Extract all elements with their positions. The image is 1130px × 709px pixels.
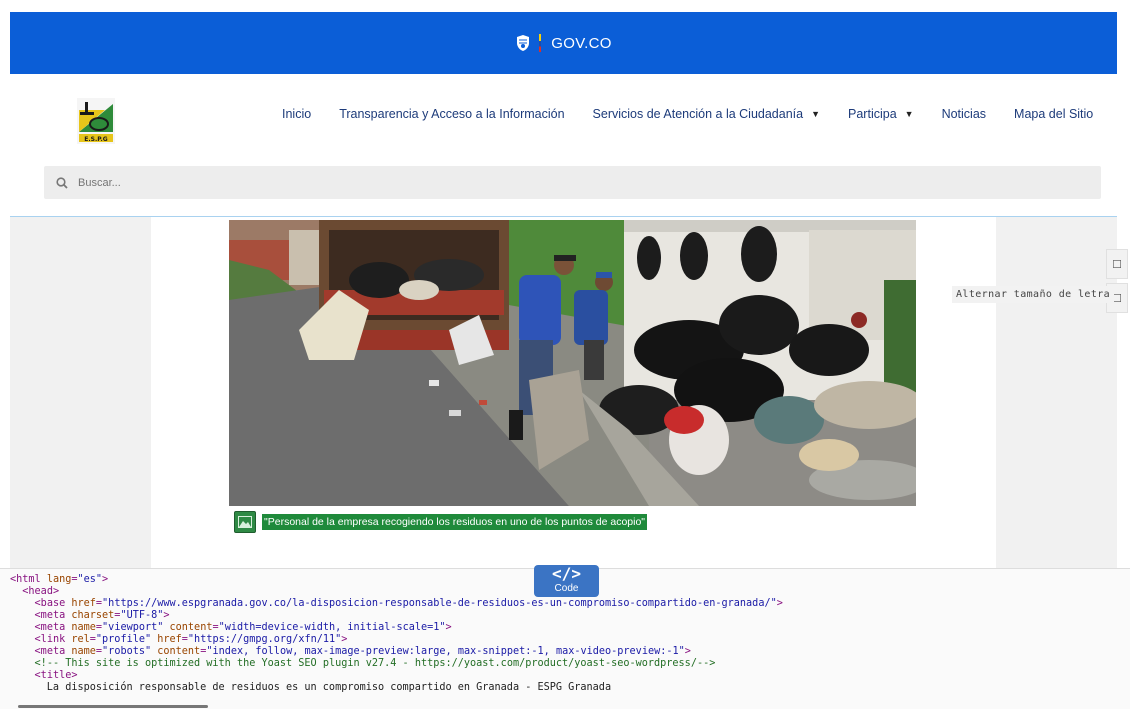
code-toggle-tab[interactable]: </> Code (534, 565, 599, 597)
code-token: href (151, 634, 182, 645)
code-token: "es" (77, 574, 103, 585)
caption-text: "Personal de la empresa recogiendo los r… (262, 514, 648, 530)
code-token: <base (34, 598, 72, 609)
code-token: href (71, 598, 96, 609)
colombia-shield-icon (517, 35, 530, 51)
nav-item-servicios[interactable]: Servicios de Atención a la Ciudadanía ▼ (579, 107, 834, 121)
code-token: "https://gmpg.org/xfn/11" (187, 634, 342, 645)
code-token: <!-- This site is optimized with the Yoa… (34, 658, 716, 669)
code-icon: </> (552, 564, 581, 583)
horizontal-scrollbar[interactable] (18, 705, 208, 708)
code-token: content (151, 646, 201, 657)
code-token: <title> (34, 670, 78, 681)
espg-logo[interactable]: E.S.P.G (77, 98, 115, 144)
code-line: <meta charset="UTF-8"> (10, 610, 1130, 622)
article-photo (229, 220, 916, 506)
code-token: <meta (34, 622, 72, 633)
code-token: <meta (34, 610, 72, 621)
caret-down-icon: ▼ (904, 109, 914, 119)
code-token: <html (10, 574, 47, 585)
code-token: "https://www.espgranada.gov.co/la-dispos… (102, 598, 777, 609)
code-tab-label: Code (554, 583, 579, 594)
code-token: charset (71, 610, 115, 621)
nav-item-transparencia[interactable]: Transparencia y Acceso a la Información (325, 107, 578, 121)
code-token: > (163, 610, 170, 621)
code-token: La disposición responsable de residuos e… (10, 682, 612, 693)
code-token: "width=device-width, initial-scale=1" (218, 622, 446, 633)
code-token: lang (46, 574, 72, 585)
caret-down-icon: ▼ (811, 109, 821, 119)
govco-link[interactable]: GOV.CO (551, 35, 611, 52)
code-line: <link rel="profile" href="https://gmpg.o… (10, 634, 1130, 646)
accessibility-tools: ☐ ☐ (1106, 249, 1130, 317)
search-input[interactable] (78, 176, 978, 189)
code-token: name (71, 646, 96, 657)
main-nav: Inicio Transparencia y Acceso a la Infor… (268, 107, 1107, 121)
search-bar (44, 166, 1101, 199)
nav-item-noticias[interactable]: Noticias (928, 107, 1000, 121)
code-token: "robots" (102, 646, 152, 657)
site-header: E.S.P.G Inicio Transparencia y Acceso a … (10, 74, 1117, 216)
code-token: > (102, 574, 109, 585)
code-token: > (341, 634, 348, 645)
code-line: La disposición responsable de residuos e… (10, 682, 1130, 694)
code-token: content (163, 622, 213, 633)
contrast-toggle-button[interactable]: ☐ (1106, 249, 1128, 279)
code-token: > (684, 646, 691, 657)
code-token: > (445, 622, 452, 633)
nav-item-mapa-del-sitio[interactable]: Mapa del Sitio (1000, 107, 1107, 121)
image-icon (234, 511, 256, 533)
code-token: "profile" (95, 634, 152, 645)
code-token: rel (71, 634, 90, 645)
code-line: <meta name="robots" content="index, foll… (10, 646, 1130, 658)
code-token: <meta (34, 646, 72, 657)
code-token: "index, follow, max-image-preview:large,… (206, 646, 685, 657)
photo-caption: "Personal de la empresa recogiendo los r… (234, 511, 648, 533)
code-token: "viewport" (102, 622, 164, 633)
govco-bar: GOV.CO (10, 12, 1117, 74)
font-size-tooltip: Alternar tamaño de letra (952, 286, 1115, 303)
code-token: name (71, 622, 96, 633)
svg-text:E.S.P.G: E.S.P.G (84, 136, 108, 143)
search-icon (56, 176, 68, 189)
code-token: <link (34, 634, 72, 645)
code-line: <title> (10, 670, 1130, 682)
code-line: <!-- This site is optimized with the Yoa… (10, 658, 1130, 670)
code-token: "UTF-8" (120, 610, 164, 621)
govco-color-divider (539, 34, 542, 52)
code-token: > (776, 598, 783, 609)
code-token: <head> (22, 586, 60, 597)
code-line: <meta name="viewport" content="width=dev… (10, 622, 1130, 634)
code-line: <base href="https://www.espgranada.gov.c… (10, 598, 1130, 610)
nav-item-participa[interactable]: Participa ▼ (834, 107, 928, 121)
nav-item-inicio[interactable]: Inicio (268, 107, 325, 121)
